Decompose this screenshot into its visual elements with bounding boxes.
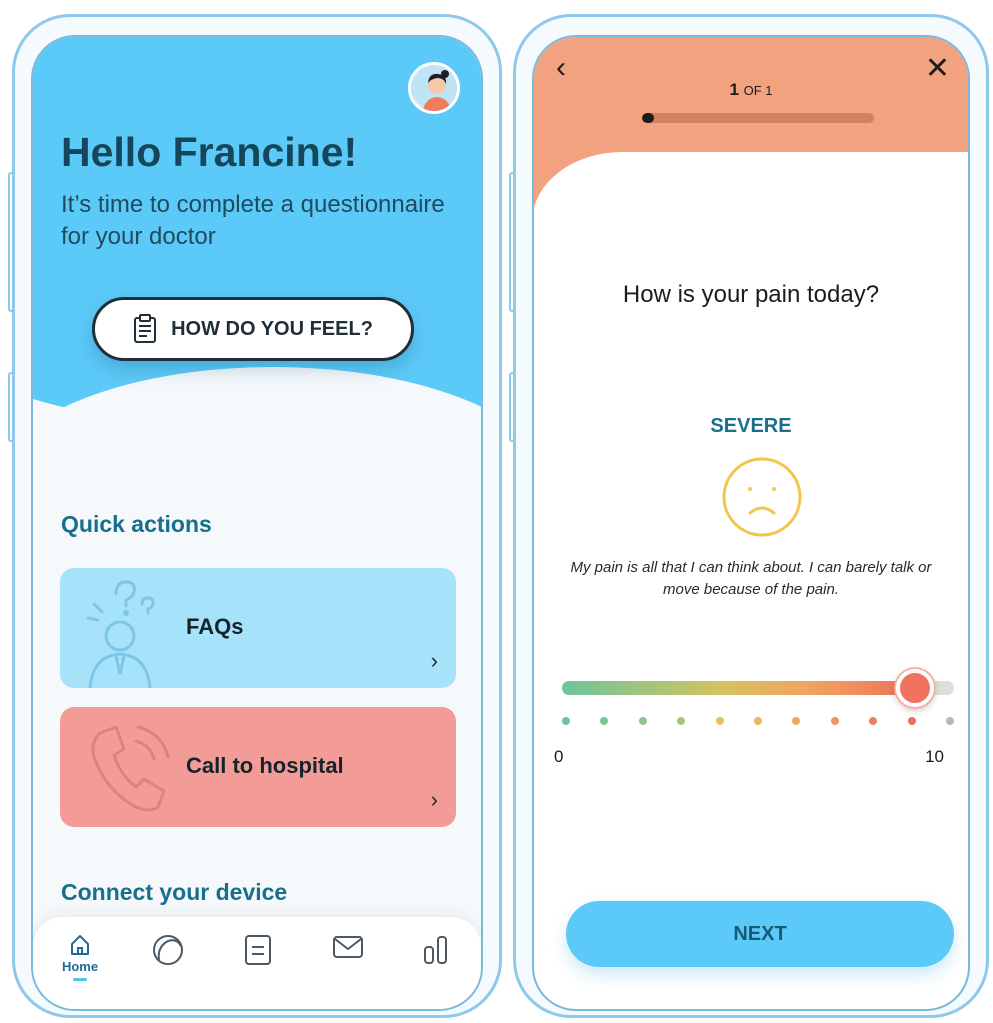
tab-home[interactable]: Home [55,933,105,993]
home-screen: Hello Francine! It’s time to complete a … [31,35,483,1011]
question-text: How is your pain today? [622,281,880,308]
mail-icon [333,936,363,958]
faq-card[interactable]: FAQs › [60,568,456,688]
person-question-icon [86,580,155,688]
chevron-right-icon: › [430,648,438,673]
phone-questionnaire: ‹ ✕ 1 OF 1 How is your pain today? SEVER… [509,14,989,1018]
pain-slider-fill [562,681,915,695]
side-button [8,172,14,312]
circle-icon [153,935,183,965]
pain-level-label: SEVERE [710,415,792,437]
phone-home: Hello Francine! It’s time to complete a … [8,14,502,1018]
tab-messages[interactable] [323,933,373,993]
step-current: 1 [729,80,739,99]
phone-call-icon [91,725,170,812]
how-do-you-feel-button[interactable]: HOW DO YOU FEEL? [92,297,414,361]
avatar[interactable] [408,62,460,114]
pain-slider[interactable] [562,669,954,707]
slider-tick[interactable] [600,717,609,725]
step-progress-fill [642,113,654,123]
scale-max-label: 10 [925,747,944,766]
slider-tick[interactable] [907,717,916,725]
tab-stats[interactable] [411,933,461,993]
list-icon [245,935,271,965]
side-button [509,172,515,312]
slider-tick[interactable] [677,717,686,725]
next-button-label: NEXT [733,922,787,945]
chart-icon [424,936,447,964]
greeting-title: Hello Francine! [61,129,358,175]
pain-slider-thumb[interactable] [895,669,934,707]
tab-questionnaires[interactable] [233,933,283,993]
slider-tick[interactable] [638,717,647,725]
questionnaire-screen: ‹ ✕ 1 OF 1 How is your pain today? SEVER… [532,35,970,1011]
sad-face-icon [722,457,802,537]
step-indicator: 1 OF 1 [534,80,968,100]
next-button[interactable]: NEXT [566,901,954,967]
greeting-subtitle: It’s time to complete a questionnaire fo… [61,191,445,250]
step-progress-bar [642,113,874,123]
slider-tick[interactable] [830,717,839,725]
slider-tick[interactable] [792,717,801,725]
clipboard-icon [134,314,157,343]
side-button [509,372,515,442]
how-do-you-feel-label: HOW DO YOU FEEL? [171,317,373,340]
faq-card-label: FAQs [186,614,244,639]
call-hospital-card-label: Call to hospital [186,753,344,778]
slider-tick[interactable] [869,717,878,725]
step-total: OF 1 [743,83,773,98]
slider-tick[interactable] [715,717,724,725]
connect-device-title: Connect your device [61,879,288,905]
tab-progress[interactable] [143,933,193,993]
pain-description: My pain is all that I can think about. I… [570,559,932,598]
call-hospital-card[interactable]: Call to hospital › [60,707,456,827]
slider-tick[interactable] [946,717,954,725]
quick-actions-title: Quick actions [61,511,212,537]
active-tab-indicator [73,978,87,981]
side-button [8,372,14,442]
slider-tick[interactable] [562,717,570,725]
bottom-tab-bar: Home [33,917,481,1009]
home-icon [71,935,89,955]
scale-min-label: 0 [554,747,564,766]
tab-home-label: Home [61,959,99,974]
chevron-right-icon: › [430,787,438,812]
slider-tick[interactable] [754,717,762,725]
